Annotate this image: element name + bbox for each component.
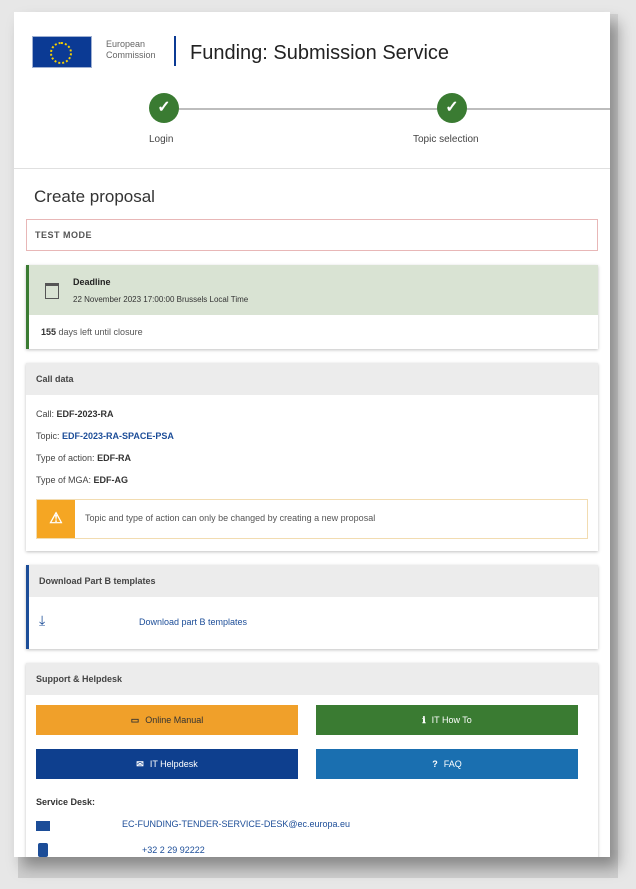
download-templates-header: Download Part B templates (29, 565, 598, 597)
deadline-header: Deadline 22 November 2023 17:00:00 Bruss… (29, 265, 598, 315)
online-manual-button[interactable]: ▭ Online Manual (36, 705, 298, 735)
support-body: ▭ Online Manual ℹ IT How To ✉ IT Helpdesk ?… (26, 695, 598, 857)
service-desk-phone[interactable]: +32 2 29 92222 (142, 845, 205, 855)
topic-row: Topic: EDF-2023-RA-SPACE-PSA (36, 431, 174, 441)
warning-text: Topic and type of action can only be cha… (85, 513, 376, 523)
calendar-icon (45, 283, 59, 299)
call-row: Call: EDF-2023-RA (36, 409, 114, 419)
it-how-to-button[interactable]: ℹ IT How To (316, 705, 578, 735)
envelope-icon: ✉ (136, 759, 144, 769)
it-helpdesk-button[interactable]: ✉ IT Helpdesk (36, 749, 298, 779)
download-icon[interactable]: ⤓ (39, 613, 53, 627)
call-data-card: Call data Call: EDF-2023-RA Topic: EDF-2… (26, 363, 598, 551)
commission-logo-text: European Commission (106, 39, 156, 60)
info-icon: ℹ (422, 715, 426, 725)
page-title: Create proposal (34, 187, 155, 206)
support-card: Support & Helpdesk ▭ Online Manual ℹ IT Ho… (26, 663, 598, 857)
step-topic-label: Topic selection (413, 134, 479, 145)
warning-box: ⚠ Topic and type of action can only be c… (36, 499, 588, 539)
mail-icon (36, 821, 50, 831)
logo-separator (174, 36, 176, 66)
app-window: European Commission Funding: Submission … (14, 12, 610, 857)
eu-flag-logo (32, 36, 92, 68)
download-templates-link[interactable]: Download part B templates (139, 617, 247, 627)
phone-icon (38, 843, 48, 857)
faq-button[interactable]: ? FAQ (316, 749, 578, 779)
test-mode-banner: TEST MODE (26, 219, 598, 251)
download-templates-body: ⤓ Download part B templates (29, 597, 598, 649)
app-header: European Commission Funding: Submission … (14, 12, 610, 90)
stepper-line (172, 108, 610, 110)
main-content: Create proposal TEST MODE Deadline 22 No… (14, 187, 610, 857)
support-header: Support & Helpdesk (26, 663, 598, 695)
call-data-header: Call data (26, 363, 598, 395)
service-desk-email-link[interactable]: EC-FUNDING-TENDER-SERVICE-DESK@ec.europa… (122, 819, 350, 829)
manual-icon: ▭ (130, 715, 140, 725)
call-data-body: Call: EDF-2023-RA Topic: EDF-2023-RA-SPA… (26, 395, 598, 551)
step-login-label: Login (149, 134, 174, 145)
topic-link[interactable]: EDF-2023-RA-SPACE-PSA (62, 431, 174, 441)
download-templates-card: Download Part B templates ⤓ Download par… (26, 565, 598, 649)
progress-stepper: ✓ Login ✓ Topic selection (14, 90, 610, 169)
question-icon: ? (432, 759, 438, 769)
step-login-check-icon: ✓ (149, 93, 179, 123)
days-left: 155 days left until closure (41, 327, 143, 337)
deadline-date: 22 November 2023 17:00:00 Brussels Local… (73, 295, 249, 304)
step-topic-check-icon: ✓ (437, 93, 467, 123)
warning-icon: ⚠ (37, 500, 75, 538)
deadline-title: Deadline (73, 277, 111, 287)
service-desk-label: Service Desk: (36, 797, 96, 807)
mga-type-row: Type of MGA: EDF-AG (36, 475, 129, 485)
action-type-row: Type of action: EDF-RA (36, 453, 132, 463)
deadline-card: Deadline 22 November 2023 17:00:00 Bruss… (26, 265, 598, 349)
app-title: Funding: Submission Service (190, 42, 450, 64)
